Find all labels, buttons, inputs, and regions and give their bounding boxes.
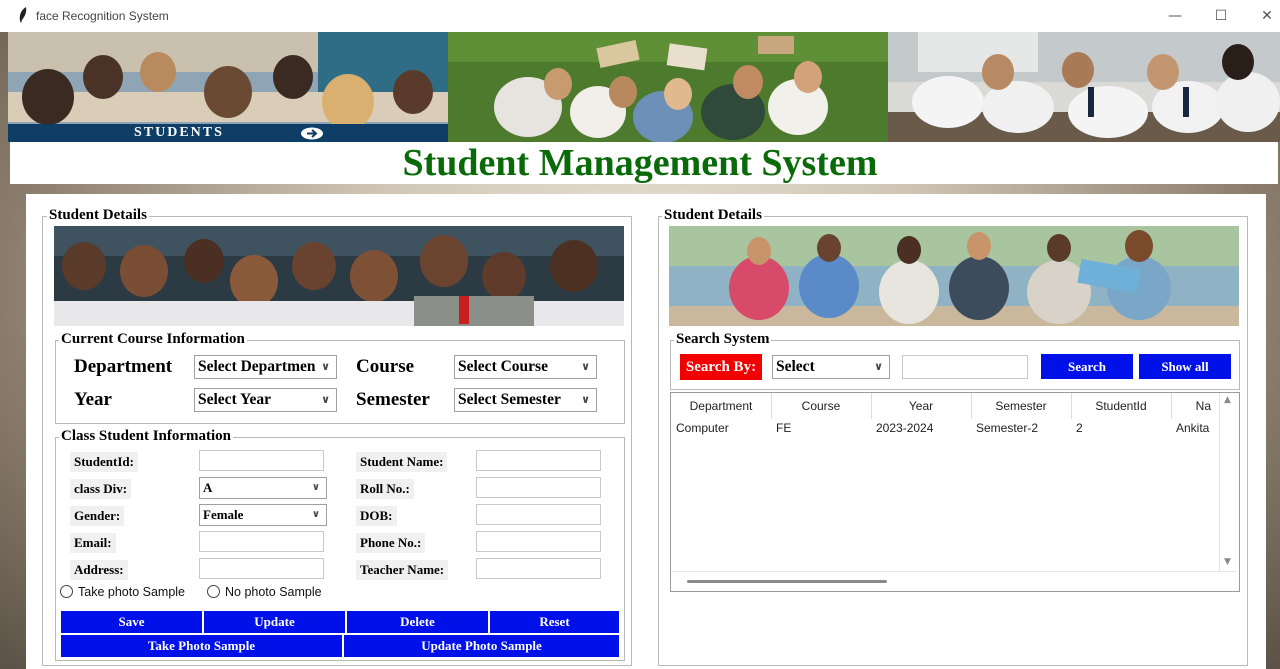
student-name-input[interactable] [476,450,601,471]
banner-image-students: STUDENTS [8,32,448,142]
studentid-label: StudentId: [70,452,138,472]
search-button[interactable]: Search [1040,353,1134,380]
column-header-course[interactable]: Course [771,393,872,419]
column-header-department[interactable]: Department [671,393,772,419]
chevron-down-icon: ∨ [581,393,590,406]
gender-select[interactable]: Female ∨ [199,504,327,526]
email-input[interactable] [199,531,324,552]
chevron-down-icon: ∨ [581,360,590,373]
course-label: Course [356,356,415,377]
chevron-down-icon: ∨ [311,509,320,520]
close-icon[interactable]: ✕ [1257,6,1277,26]
student-name-label: Student Name: [356,452,448,472]
table-header: Department Course Year Semester StudentI… [671,393,1219,419]
window-title: face Recognition System [36,9,169,23]
search-by-label: Search By: [680,354,762,380]
students-banner-label: STUDENTS [134,125,224,140]
course-select[interactable]: Select Course ∨ [454,355,597,379]
column-header-studentid[interactable]: StudentId [1071,393,1172,419]
banner-image-classroom [888,32,1280,142]
cell-department: Computer [676,421,729,435]
radio-circle-icon [207,585,220,598]
department-label: Department [74,356,173,377]
chevron-down-icon: ∨ [321,360,330,373]
email-label: Email: [70,533,116,553]
current-course-frame-title: Current Course Information [59,331,247,348]
minimize-icon[interactable]: — [1165,6,1185,26]
roll-no-input[interactable] [476,477,601,498]
gender-label: Gender: [70,506,125,526]
update-photo-sample-button[interactable]: Update Photo Sample [343,634,620,658]
arrow-right-icon [301,127,323,140]
scroll-down-icon[interactable]: ▼ [1224,557,1231,567]
left-students-image [54,226,624,326]
cell-year: 2023-2024 [876,421,934,435]
scroll-up-icon[interactable]: ▲ [1224,395,1231,405]
search-system-frame-title: Search System [674,331,772,348]
column-header-semester[interactable]: Semester [971,393,1072,419]
column-header-name[interactable]: Na [1171,393,1219,419]
search-input[interactable] [902,355,1028,379]
class-student-frame-title: Class Student Information [59,428,234,445]
year-select[interactable]: Select Year ∨ [194,388,337,412]
title-bar: face Recognition System — ☐ ✕ [0,0,1280,32]
class-div-select[interactable]: A ∨ [199,477,327,499]
radio-circle-icon [60,585,73,598]
no-photo-radio[interactable]: No photo Sample [207,585,322,599]
page-title: Student Management System [402,142,878,184]
search-by-select[interactable]: Select ∨ [772,355,890,379]
chevron-down-icon: ∨ [321,393,330,406]
address-label: Address: [70,560,128,580]
cell-studentid: 2 [1076,421,1083,435]
show-all-button[interactable]: Show all [1138,353,1232,380]
feather-icon [19,7,27,23]
take-photo-sample-button[interactable]: Take Photo Sample [60,634,343,658]
column-header-year[interactable]: Year [871,393,972,419]
semester-label: Semester [356,389,430,410]
cell-name: Ankita [1176,421,1210,435]
table-row[interactable]: Computer FE 2023-2024 Semester-2 2 Ankit… [671,419,1219,439]
chevron-down-icon: ∨ [311,482,320,493]
vertical-scrollbar[interactable]: ▲ ▼ [1219,393,1238,571]
cell-course: FE [776,421,792,435]
studentid-input[interactable] [199,450,324,471]
left-frame-title: Student Details [47,207,149,224]
update-button[interactable]: Update [203,610,346,634]
teacher-name-input[interactable] [476,558,601,579]
right-students-image [669,226,1239,326]
dob-label: DOB: [356,506,397,526]
dob-input[interactable] [476,504,601,525]
delete-button[interactable]: Delete [346,610,489,634]
roll-no-label: Roll No.: [356,479,414,499]
year-label: Year [74,389,112,410]
take-photo-radio[interactable]: Take photo Sample [60,585,185,599]
horizontal-scroll-thumb[interactable] [687,580,887,583]
banner-image-campus [448,32,888,142]
address-input[interactable] [199,558,324,579]
save-button[interactable]: Save [60,610,203,634]
cell-semester: Semester-2 [976,421,1039,435]
department-select[interactable]: Select Departmen ∨ [194,355,337,379]
phone-label: Phone No.: [356,533,426,553]
reset-button[interactable]: Reset [489,610,620,634]
teacher-name-label: Teacher Name: [356,560,449,580]
chevron-down-icon: ∨ [874,360,883,373]
right-frame-title: Student Details [662,207,764,224]
semester-select[interactable]: Select Semester ∨ [454,388,597,412]
horizontal-scrollbar[interactable] [671,571,1237,590]
phone-input[interactable] [476,531,601,552]
maximize-icon[interactable]: ☐ [1211,6,1231,26]
class-div-label: class Div: [70,479,132,499]
